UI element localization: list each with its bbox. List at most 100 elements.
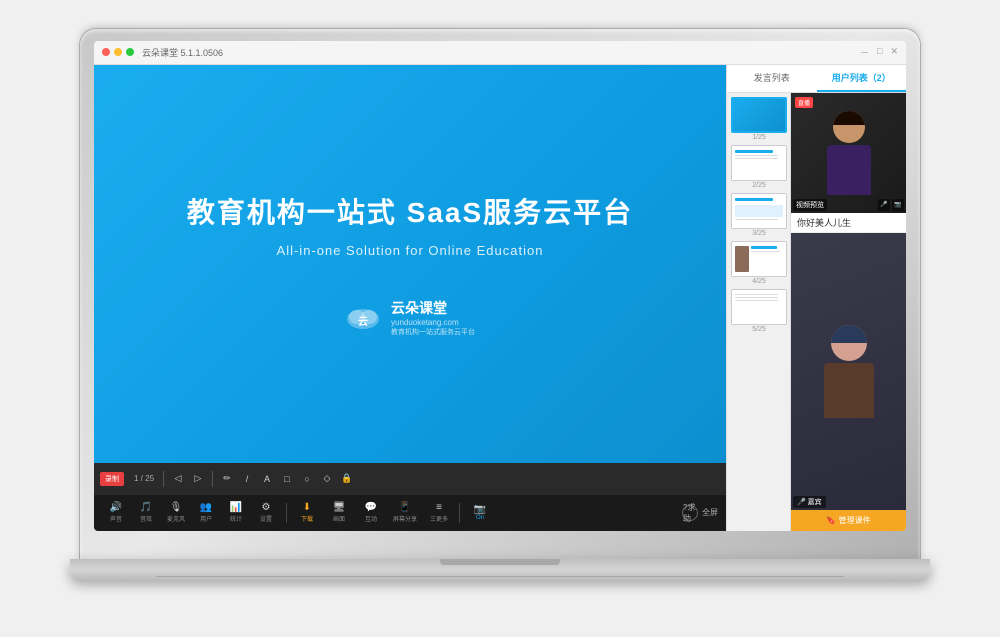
minimize-dot[interactable] — [114, 48, 122, 56]
titlebar-actions: － □ ✕ — [860, 46, 898, 59]
sound-btn[interactable]: 🔊 声音 — [102, 501, 130, 525]
next-page-btn[interactable]: ▷ — [189, 470, 207, 488]
maximize-btn[interactable]: □ — [877, 46, 882, 59]
screen-icon: 🖥 — [333, 503, 346, 513]
camera-on-label: On — [476, 515, 484, 521]
logo-domain: yunduoketang.com — [391, 318, 475, 327]
logo-text: 云朵课堂 yunduoketang.com 教育机构一站式服务云平台 — [391, 298, 475, 337]
guest-head — [831, 325, 867, 361]
thumb-img-1 — [731, 97, 787, 133]
fullscreen-button[interactable]: 全屏 — [702, 507, 718, 518]
ctrl-divider-2 — [459, 503, 460, 523]
control-bar: 🔊 声音 🎵 音效 🎙 麦克风 — [94, 495, 726, 531]
manage-courseware-btn[interactable]: 🔖 管理课件 — [791, 510, 906, 531]
thumb-bar-4a — [751, 246, 777, 249]
thumbnails-panel: 1/25 — [727, 93, 791, 531]
guest-video: 🎤 嘉宾 — [791, 233, 906, 510]
help-button[interactable]: ?求助 — [682, 505, 698, 521]
users-btn[interactable]: 👥 用户 — [192, 501, 220, 525]
guest-name-label: 嘉宾 — [808, 499, 822, 506]
thumbnail-5[interactable]: 5/25 — [731, 289, 787, 333]
host-name-label: 你好美人儿生 — [791, 213, 906, 233]
thumb-content-5 — [732, 290, 786, 324]
audio-effect-icon: 🎵 — [140, 503, 152, 513]
record-button[interactable]: 录制 — [100, 472, 124, 486]
host-label: 视频预览 — [793, 199, 827, 211]
chat-btn[interactable]: 💬 互动 — [357, 501, 385, 525]
left-controls: 🔊 声音 🎵 音效 🎙 麦克风 — [102, 501, 280, 525]
share-btn[interactable]: 📱 屏幕分享 — [389, 501, 421, 525]
close-dot[interactable] — [102, 48, 110, 56]
thumb-content-4 — [732, 242, 786, 276]
logo-icon: 云 — [345, 303, 381, 331]
toolbar-divider-2 — [212, 471, 213, 487]
screen-btn[interactable]: 🖥 画面 — [325, 501, 353, 525]
page-info: 1 / 25 — [134, 474, 154, 483]
thumbnail-2[interactable]: 2/25 — [731, 145, 787, 189]
circle-tool[interactable]: ○ — [298, 470, 316, 488]
host-person — [827, 111, 871, 195]
more-label: 三更多 — [430, 514, 448, 523]
eraser-tool[interactable]: ◇ — [318, 470, 336, 488]
thumb-content-3 — [732, 194, 786, 228]
drawing-toolbar: 录制 1 / 25 ◁ ▷ ✏ / A □ ○ ◇ 🔒 — [94, 463, 726, 495]
thumb-img-3a — [735, 205, 783, 217]
stats-btn[interactable]: 📊 统计 — [222, 501, 250, 525]
laptop-wrapper: 云朵课堂 5.1.1.0506 － □ ✕ 教育机构一站式 SaaS服务云平台 — [70, 29, 930, 609]
host-body — [827, 145, 871, 195]
guest-video-bg — [791, 233, 906, 510]
right-sidebar: 发言列表 用户列表（2） — [726, 65, 906, 531]
thumb-img-4 — [731, 241, 787, 277]
thumb-bar-5c — [735, 300, 778, 301]
thumbnail-4[interactable]: 4/25 — [731, 241, 787, 285]
text-tool[interactable]: A — [258, 470, 276, 488]
thumb-bar-2c — [735, 158, 778, 159]
thumb-bar-3b — [735, 219, 778, 220]
laptop-base-line — [156, 576, 844, 577]
thumb-img-3 — [731, 193, 787, 229]
share-icon: 📱 — [399, 503, 411, 513]
tab-user-list[interactable]: 用户列表（2） — [817, 65, 907, 92]
mic-btn[interactable]: 🎙 麦克风 — [162, 501, 190, 525]
thumbnail-1[interactable]: 1/25 — [731, 97, 787, 141]
host-video-bg — [791, 93, 906, 213]
thumb-bar-2a — [735, 150, 773, 153]
guest-mic-icon: 🎤 — [797, 499, 806, 506]
pen-tool[interactable]: / — [238, 470, 256, 488]
manage-label: 管理课件 — [839, 516, 871, 525]
slide-content: 教育机构一站式 SaaS服务云平台 All-in-one Solution fo… — [94, 65, 726, 463]
cam-indicator: 📷 — [892, 199, 904, 211]
thumb-bar-4b — [751, 251, 780, 252]
toolbar-divider-1 — [163, 471, 164, 487]
camera-btn[interactable]: 📷 On — [466, 503, 494, 523]
host-video-icons: 🎤 📷 — [878, 199, 904, 211]
audio-effect-btn[interactable]: 🎵 音效 — [132, 501, 160, 525]
thumb-img-5 — [731, 289, 787, 325]
lock-tool[interactable]: 🔒 — [338, 470, 356, 488]
mic-label: 麦克风 — [167, 514, 185, 523]
mic-indicator: 🎤 — [878, 199, 890, 211]
guest-name-overlay: 🎤 嘉宾 — [793, 496, 826, 508]
thumb-content-2 — [732, 146, 786, 180]
minimize-btn[interactable]: － — [860, 46, 869, 59]
users-panel: 直播 视频预览 🎤 📷 你好美人儿生 — [791, 93, 906, 531]
close-btn[interactable]: ✕ — [890, 46, 898, 59]
rect-tool[interactable]: □ — [278, 470, 296, 488]
more-btn[interactable]: ≡ 三更多 — [425, 501, 453, 525]
sound-icon: 🔊 — [110, 503, 122, 513]
tab-speaker-list[interactable]: 发言列表 — [727, 65, 817, 92]
pencil-tool[interactable]: ✏ — [218, 470, 236, 488]
app-title: 云朵课堂 5.1.1.0506 — [142, 46, 860, 59]
thumb-num-3: 3/25 — [731, 230, 787, 237]
thumbnail-3[interactable]: 3/25 — [731, 193, 787, 237]
download-btn[interactable]: ⬇ 下载 — [293, 501, 321, 525]
maximize-dot[interactable] — [126, 48, 134, 56]
thumb-blue-bg-1 — [733, 99, 785, 131]
sound-label: 声音 — [110, 514, 122, 523]
settings-btn[interactable]: ⚙ 设置 — [252, 501, 280, 525]
thumb-num-5: 5/25 — [731, 326, 787, 333]
slide-main-title: 教育机构一站式 SaaS服务云平台 — [187, 191, 633, 231]
prev-page-btn[interactable]: ◁ — [169, 470, 187, 488]
share-label: 屏幕分享 — [393, 514, 417, 523]
audio-effect-label: 音效 — [140, 514, 152, 523]
